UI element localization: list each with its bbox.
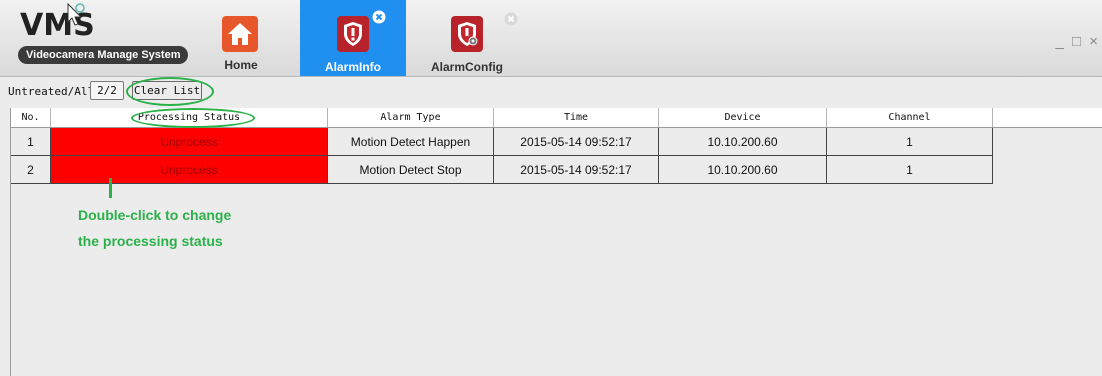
logo-subtitle: Videocamera Manage System [18, 46, 189, 64]
column-header-filler [993, 108, 1102, 127]
cell-processing-status[interactable]: Unprocess [51, 156, 328, 184]
tab-alarmconfig-close-icon[interactable] [504, 12, 518, 26]
cell-channel: 1 [827, 156, 993, 184]
column-header-time[interactable]: Time [494, 108, 659, 127]
tab-home[interactable]: Home [206, 0, 276, 76]
alarm-shield-icon [337, 16, 369, 52]
annotation-line-2: the processing status [78, 233, 223, 249]
table-row[interactable]: 2 Unprocess Motion Detect Stop 2015-05-1… [11, 156, 993, 184]
mouse-cursor-icon [67, 2, 85, 26]
home-icon [222, 16, 258, 52]
tab-alarminfo-close-icon[interactable] [372, 10, 386, 24]
cell-alarm-type: Motion Detect Stop [328, 156, 494, 184]
column-header-alarm-type[interactable]: Alarm Type [328, 108, 494, 127]
close-button[interactable]: × [1089, 33, 1100, 50]
untreated-count-value: 2/2 [90, 81, 124, 100]
column-header-processing-status-label: Processing Status [137, 112, 241, 123]
alarm-config-shield-icon [451, 16, 483, 52]
untreated-count-label: Untreated/All [8, 85, 95, 98]
table-header: No. Processing Status Alarm Type Time De… [11, 108, 1102, 128]
cell-processing-status[interactable]: Unprocess [51, 128, 328, 156]
cell-device: 10.10.200.60 [659, 156, 827, 184]
maximize-button[interactable]: □ [1072, 33, 1083, 50]
tab-alarminfo-label: AlarmInfo [324, 60, 381, 74]
app-header: VMS Videocamera Manage System Home Alarm… [0, 0, 1102, 77]
tab-alarminfo[interactable]: AlarmInfo [300, 0, 406, 76]
tab-alarmconfig[interactable]: AlarmConfig [414, 0, 520, 76]
app-logo: VMS Videocamera Manage System [14, 2, 194, 68]
cell-time: 2015-05-14 09:52:17 [494, 156, 659, 184]
window-controls: _ □ × [1055, 33, 1100, 50]
annotation-note: Double-click to change the processing st… [78, 202, 231, 254]
clear-list-button[interactable]: Clear List [132, 81, 202, 100]
cell-time: 2015-05-14 09:52:17 [494, 128, 659, 156]
tab-home-label: Home [224, 58, 258, 72]
column-header-processing-status[interactable]: Processing Status [51, 108, 328, 128]
column-header-no[interactable]: No. [11, 108, 51, 127]
minimize-button[interactable]: _ [1055, 33, 1065, 50]
column-header-device[interactable]: Device [659, 108, 827, 127]
cell-channel: 1 [827, 128, 993, 156]
table-row[interactable]: 1 Unprocess Motion Detect Happen 2015-05… [11, 128, 993, 156]
column-header-channel[interactable]: Channel [827, 108, 993, 127]
cell-device: 10.10.200.60 [659, 128, 827, 156]
cell-alarm-type: Motion Detect Happen [328, 128, 494, 156]
annotation-pointer-line [109, 178, 112, 198]
annotation-line-1: Double-click to change [78, 207, 232, 223]
cell-no: 2 [11, 156, 51, 184]
tab-alarmconfig-label: AlarmConfig [431, 60, 503, 74]
cell-no: 1 [11, 128, 51, 156]
